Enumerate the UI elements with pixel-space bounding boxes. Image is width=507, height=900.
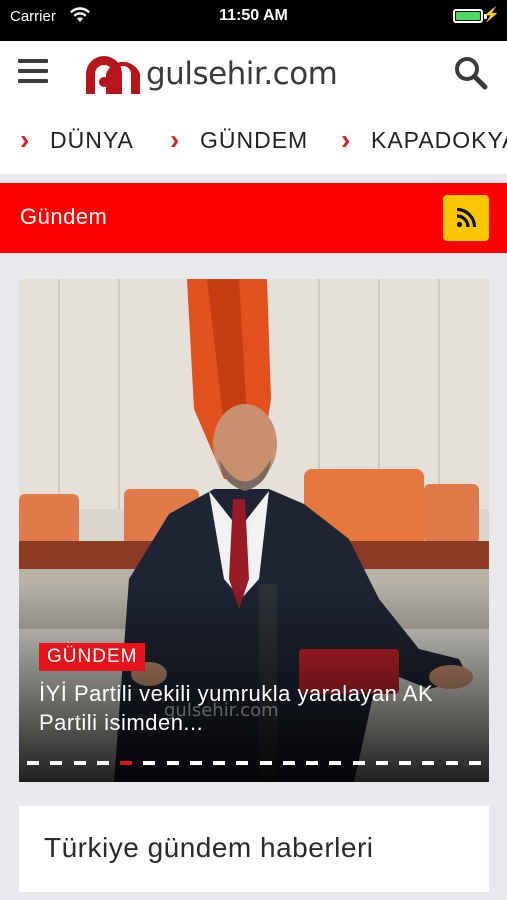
slider-dot[interactable] [73, 761, 86, 765]
slider-dot[interactable] [120, 761, 132, 765]
slider-dot[interactable] [306, 761, 318, 765]
charging-icon: ⚡ [482, 6, 500, 22]
slider-pagination [27, 761, 481, 767]
category-label: KAPADOKYA [371, 126, 507, 153]
status-bar: Carrier 11:50 AM ⚡ [0, 0, 507, 41]
slider-dot[interactable] [375, 761, 388, 765]
category-item-kapadokya[interactable]: › KAPADOKYA [341, 126, 507, 154]
search-icon[interactable] [453, 55, 489, 91]
category-label: DÜNYA [50, 126, 134, 153]
slider-dot[interactable] [236, 761, 249, 765]
section-header: Gündem [0, 183, 507, 253]
slider-dot[interactable] [166, 761, 179, 765]
card-title: Türkiye gündem haberleri [44, 832, 374, 863]
slider-dot[interactable] [352, 761, 365, 765]
slider-dot[interactable] [213, 761, 225, 765]
slider-dot[interactable] [399, 761, 411, 765]
slider-dot[interactable] [50, 761, 63, 765]
slider-dot[interactable] [422, 761, 435, 765]
slider-dot[interactable] [259, 761, 272, 765]
slider-dot[interactable] [143, 761, 156, 765]
slider-dot[interactable] [27, 761, 39, 765]
chevron-right-icon: › [341, 124, 351, 155]
slide-headline[interactable]: İYİ Partili vekili yumrukla yaralayan AK… [39, 679, 459, 737]
battery-icon [453, 9, 483, 23]
slider-dot[interactable] [468, 761, 481, 765]
category-label: GÜNDEM [200, 126, 309, 153]
section-title: Gündem [20, 204, 108, 229]
app-header: gulsehir.com [0, 41, 507, 109]
section-card[interactable]: Türkiye gündem haberleri [19, 806, 489, 892]
slider-dot[interactable] [189, 761, 202, 765]
category-item-dunya[interactable]: › DÜNYA [20, 126, 134, 154]
slider-dot[interactable] [445, 761, 458, 765]
slider-dot[interactable] [329, 761, 342, 765]
news-slider[interactable]: gulsehir.com GÜNDEM İYİ Partili vekili y… [19, 279, 489, 782]
category-nav: › DÜNYA › GÜNDEM › KAPADOKYA [0, 108, 507, 174]
slider-dot[interactable] [96, 761, 109, 765]
site-logo[interactable]: gulsehir.com [82, 49, 338, 99]
chevron-right-icon: › [170, 124, 180, 155]
logo-mark-icon [86, 56, 140, 94]
logo-text: gulsehir.com [146, 56, 338, 92]
chevron-right-icon: › [20, 124, 30, 155]
clock: 11:50 AM [219, 7, 288, 24]
slider-dot[interactable] [282, 761, 295, 765]
rss-icon [456, 207, 477, 228]
category-item-gundem[interactable]: › GÜNDEM [170, 126, 308, 154]
rss-button[interactable] [443, 195, 489, 241]
category-badge: GÜNDEM [39, 643, 146, 671]
hamburger-icon[interactable] [18, 59, 48, 89]
